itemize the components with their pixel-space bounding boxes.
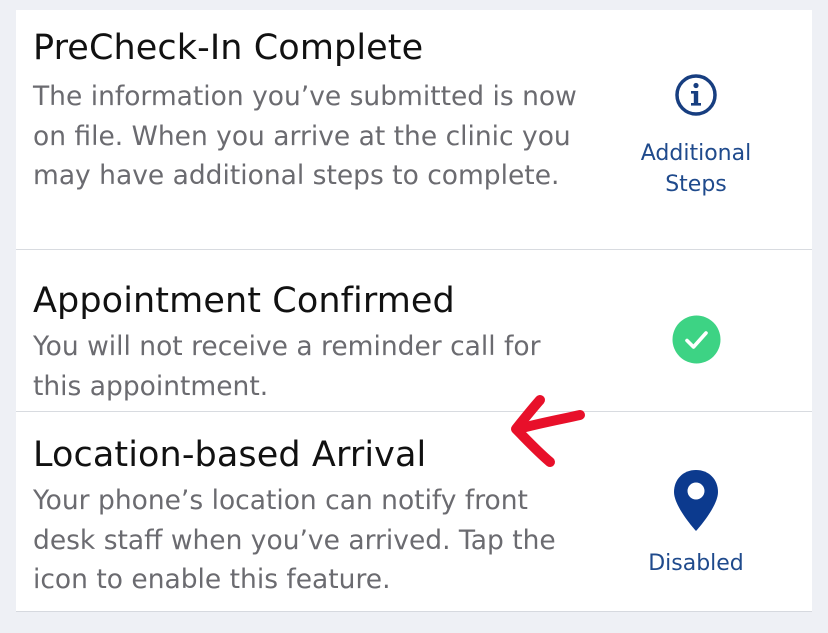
location-arrival-toggle[interactable]: Disabled xyxy=(616,468,776,588)
row-description: Your phone’s location can notify front d… xyxy=(33,485,556,595)
additional-steps-label: Additional Steps xyxy=(640,141,752,197)
red-arrow-annotation xyxy=(500,385,595,475)
info-circle-icon xyxy=(673,72,719,118)
location-arrival-row: Location-based Arrival Your phone’s loca… xyxy=(16,412,812,612)
row-description: The information you’ve submitted is now … xyxy=(33,81,577,191)
appointment-confirmed-row: Appointment Confirmed You will not recei… xyxy=(16,250,812,412)
confirmed-status xyxy=(616,312,776,368)
row-title: PreCheck-In Complete xyxy=(33,28,424,68)
disabled-label: Disabled xyxy=(648,551,744,576)
row-title: Location-based Arrival xyxy=(33,435,427,475)
additional-steps-button[interactable]: Additional Steps xyxy=(616,66,776,206)
map-pin-icon xyxy=(671,468,721,534)
status-card: PreCheck-In Complete The information you… xyxy=(16,10,812,612)
check-circle-icon xyxy=(672,315,721,364)
row-title: Appointment Confirmed xyxy=(33,281,455,321)
precheckin-row: PreCheck-In Complete The information you… xyxy=(16,10,812,250)
